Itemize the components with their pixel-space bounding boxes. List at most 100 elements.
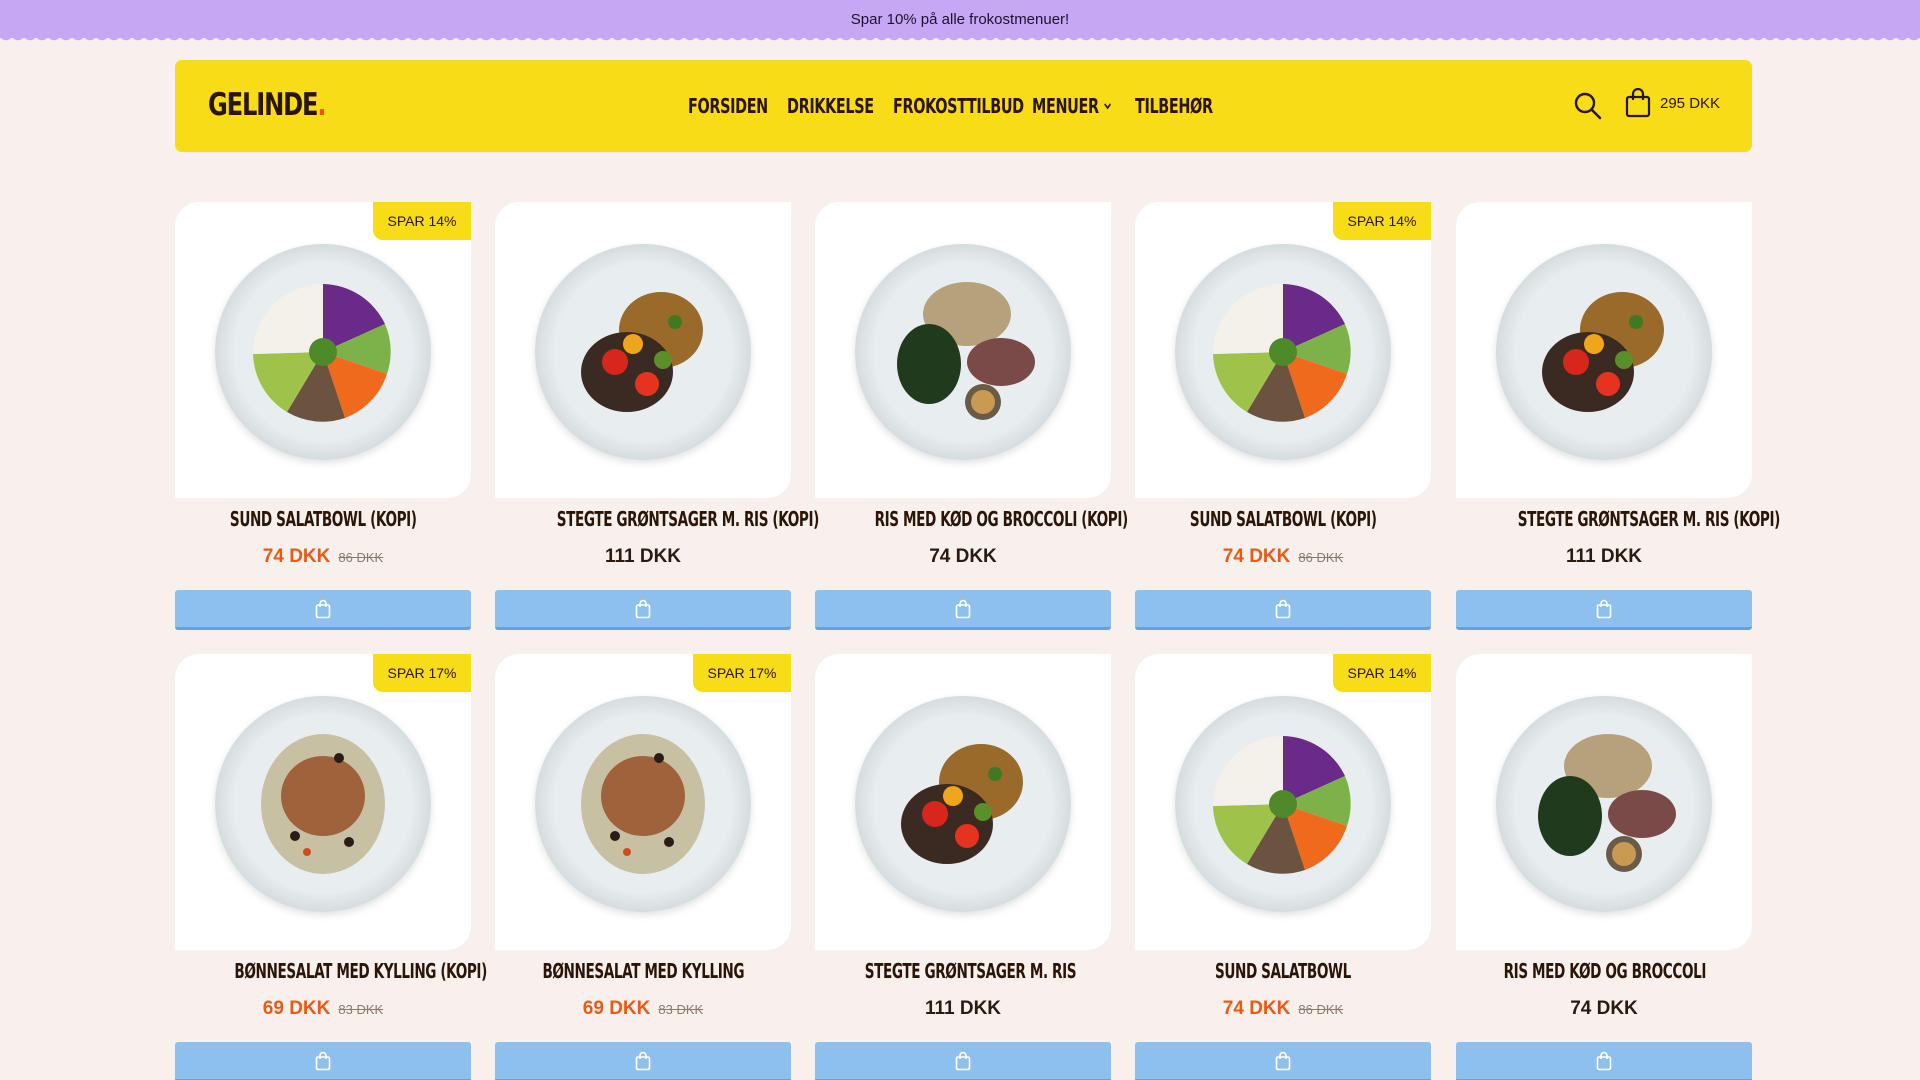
chevron-down-icon [1103, 103, 1111, 110]
logo-dot: . [317, 87, 326, 123]
add-to-cart-button[interactable] [495, 1042, 791, 1080]
shopping-bag-icon [955, 599, 971, 618]
site-logo[interactable]: GELINDE. [208, 87, 327, 123]
product-image-link[interactable] [1456, 202, 1752, 498]
nav-item-forsiden[interactable]: FORSIDEN [688, 94, 799, 118]
add-to-cart-button[interactable] [815, 590, 1111, 630]
product-image-link[interactable] [815, 202, 1111, 498]
product-title[interactable]: STEGTE GRØNTSAGER M. RIS [815, 959, 1111, 983]
product-price: 74 DKK [929, 546, 997, 567]
compare-price: 83 DKK [658, 1002, 704, 1017]
product-card: RIS MED KØD OG BROCCOLI 74 DKK [1456, 654, 1752, 1080]
product-card: STEGTE GRØNTSAGER M. RIS (KOPI) 111 DKK [495, 202, 820, 632]
nav-menuer-wrap: MENUER [1032, 94, 1112, 118]
product-image-link[interactable]: SPAR 17% [495, 654, 791, 950]
product-card: SPAR 14% SUND SALATBOWL (KOPI) 74 DKK 86… [175, 202, 471, 632]
nav-item-drikkelse[interactable]: DRIKKELSE [787, 94, 907, 118]
product-card: SPAR 14% SUND SALATBOWL 74 DKK 86 DKK [1135, 654, 1431, 1080]
discount-badge: SPAR 17% [373, 654, 471, 692]
product-title[interactable]: SUND SALATBOWL [1135, 959, 1431, 983]
search-button[interactable] [1572, 90, 1604, 122]
product-price: 111 DKK [924, 998, 1002, 1019]
compare-price: 83 DKK [338, 1002, 384, 1017]
cart-total: 295 DKK [1660, 94, 1721, 112]
discount-badge: SPAR 17% [693, 654, 791, 692]
product-title[interactable]: SUND SALATBOWL (KOPI) [175, 507, 471, 531]
shopping-bag-icon [1275, 599, 1291, 618]
product-title[interactable]: RIS MED KØD OG BROCCOLI (KOPI) [815, 507, 1129, 531]
cart-button[interactable]: 295 DKK [1625, 88, 1720, 118]
product-title-text: STEGTE GRØNTSAGER M. RIS (KOPI) [1517, 507, 1781, 531]
product-price: 111 DKK [604, 546, 682, 567]
discount-badge: SPAR 14% [373, 202, 471, 240]
product-card: RIS MED KØD OG BROCCOLI (KOPI) 74 DKK [815, 202, 1129, 632]
add-to-cart-button[interactable] [495, 590, 791, 630]
product-image-link[interactable]: SPAR 14% [1135, 654, 1431, 950]
compare-price: 86 DKK [1298, 1002, 1344, 1017]
product-price: 74 DKK [262, 546, 331, 567]
add-to-cart-button[interactable] [1456, 590, 1752, 630]
product-image [1175, 244, 1391, 460]
price-row: 69 DKK 83 DKK [175, 998, 471, 1020]
product-price: 111 DKK [1565, 546, 1643, 567]
product-price: 69 DKK [262, 998, 331, 1019]
product-title-text: STEGTE GRØNTSAGER M. RIS [864, 959, 1077, 983]
shopping-bag-icon [315, 1051, 331, 1070]
product-card: STEGTE GRØNTSAGER M. RIS (KOPI) 111 DKK [1456, 202, 1781, 632]
shopping-bag-icon [1596, 1051, 1612, 1070]
product-title[interactable]: BØNNESALAT MED KYLLING (KOPI) [175, 959, 487, 983]
product-image [215, 696, 431, 912]
price-row: 74 DKK 86 DKK [1135, 998, 1431, 1020]
product-title-text: RIS MED KØD OG BROCCOLI (KOPI) [874, 507, 1129, 531]
site-header: GELINDE. FORSIDEN DRIKKELSE FROKOSTTILBU… [175, 60, 1752, 152]
price-row: 69 DKK 83 DKK [495, 998, 791, 1020]
compare-price: 86 DKK [1298, 550, 1344, 565]
product-price: 74 DKK [1570, 998, 1638, 1019]
product-title-text: RIS MED KØD OG BROCCOLI [1503, 959, 1707, 983]
shopping-bag-icon [315, 599, 331, 618]
price-row: 111 DKK [815, 998, 1111, 1020]
shopping-bag-icon [955, 1051, 971, 1070]
shopping-bag-icon [635, 1051, 651, 1070]
product-image [855, 244, 1071, 460]
product-image [535, 696, 751, 912]
product-price: 74 DKK [1222, 998, 1291, 1019]
add-to-cart-button[interactable] [815, 1042, 1111, 1080]
product-image-link[interactable]: SPAR 14% [1135, 202, 1431, 498]
discount-badge: SPAR 14% [1333, 654, 1431, 692]
product-image-link[interactable] [495, 202, 791, 498]
product-title[interactable]: STEGTE GRØNTSAGER M. RIS (KOPI) [1456, 507, 1781, 531]
nav-label: FROKOSTTILBUD [893, 94, 1024, 118]
product-image-link[interactable] [815, 654, 1111, 950]
price-row: 74 DKK [815, 546, 1111, 568]
product-title[interactable]: SUND SALATBOWL (KOPI) [1135, 507, 1431, 531]
nav-label: FORSIDEN [688, 94, 768, 118]
nav-item-menuer[interactable]: MENUER [1032, 94, 1143, 118]
add-to-cart-button[interactable] [1456, 1042, 1752, 1080]
product-title-text: BØNNESALAT MED KYLLING [542, 959, 745, 983]
product-image [855, 696, 1071, 912]
shopping-bag-icon [635, 599, 651, 618]
add-to-cart-button[interactable] [1135, 1042, 1431, 1080]
product-image-link[interactable]: SPAR 14% [175, 202, 471, 498]
price-row: 111 DKK [495, 546, 791, 568]
price-row: 74 DKK [1456, 998, 1752, 1020]
product-title[interactable]: STEGTE GRØNTSAGER M. RIS (KOPI) [495, 507, 820, 531]
nav-label: DRIKKELSE [787, 94, 874, 118]
product-title[interactable]: BØNNESALAT MED KYLLING [495, 959, 791, 983]
product-title-text: SUND SALATBOWL [1215, 959, 1351, 983]
product-price: 74 DKK [1222, 546, 1291, 567]
search-icon [1574, 92, 1602, 120]
add-to-cart-button[interactable] [175, 1042, 471, 1080]
product-title[interactable]: RIS MED KØD OG BROCCOLI [1456, 959, 1752, 983]
product-title-text: STEGTE GRØNTSAGER M. RIS (KOPI) [556, 507, 820, 531]
logo-text: GELINDE [208, 87, 319, 123]
add-to-cart-button[interactable] [1135, 590, 1431, 630]
product-title-text: BØNNESALAT MED KYLLING (KOPI) [234, 959, 487, 983]
add-to-cart-button[interactable] [175, 590, 471, 630]
product-image-link[interactable]: SPAR 17% [175, 654, 471, 950]
nav-label: TILBEHØR [1135, 94, 1213, 118]
product-image-link[interactable] [1456, 654, 1752, 950]
product-image [535, 244, 751, 460]
nav-item-tilbehor[interactable]: TILBEHØR [1135, 94, 1243, 118]
